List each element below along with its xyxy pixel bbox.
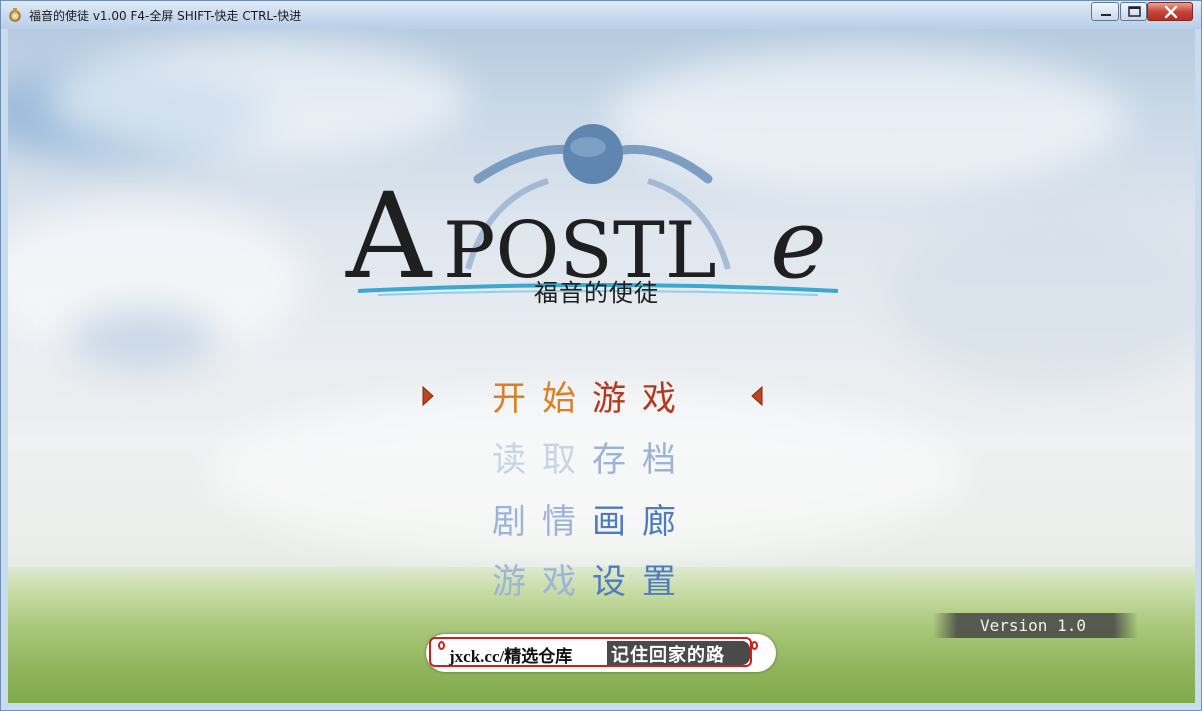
menu-load-label-2: 存档 <box>592 440 692 480</box>
title-bar[interactable]: 福音的使徒 v1.00 F4-全屏 SHIFT-快走 CTRL-快进 <box>1 1 1201 29</box>
minimize-button[interactable] <box>1091 2 1119 21</box>
menu-start-label-2: 游戏 <box>592 379 692 419</box>
menu-load-save[interactable]: 读取存档 <box>492 432 712 482</box>
selection-arrow-left-icon <box>751 385 763 407</box>
menu-gallery-label-2: 画廊 <box>592 502 692 542</box>
menu-start-label-1: 开始 <box>492 379 592 419</box>
menu-settings-label-1: 游戏 <box>492 562 592 602</box>
selection-arrow-right-icon <box>422 385 434 407</box>
close-button[interactable] <box>1147 2 1193 21</box>
pin-icon <box>438 641 445 650</box>
sky-patch <box>68 309 218 369</box>
window-title: 福音的使徒 v1.00 F4-全屏 SHIFT-快走 CTRL-快进 <box>29 9 302 23</box>
menu-load-label-1: 读取 <box>492 440 592 480</box>
title-screen: A POSTL e 福音的使徒 开始游戏 读取存档 剧情画廊 游戏设置 Vers… <box>8 29 1195 703</box>
minimize-icon <box>1101 14 1111 16</box>
watermark-badge: jxck.cc/精选仓库 记住回家的路 <box>426 634 776 672</box>
maximize-icon <box>1128 6 1141 17</box>
menu-gallery-label-1: 剧情 <box>492 502 592 542</box>
watermark-frame: jxck.cc/精选仓库 记住回家的路 <box>429 637 752 667</box>
close-icon <box>1164 5 1178 19</box>
menu-settings[interactable]: 游戏设置 <box>492 554 712 604</box>
watermark-site-text: jxck.cc/精选仓库 <box>449 647 573 666</box>
menu-settings-label-2: 设置 <box>592 562 692 602</box>
menu-start-game[interactable]: 开始游戏 <box>492 371 712 421</box>
menu-gallery[interactable]: 剧情画廊 <box>492 494 712 544</box>
watermark-slogan-text: 记住回家的路 <box>611 645 725 666</box>
maximize-button[interactable] <box>1120 2 1147 21</box>
app-gear-icon <box>9 8 21 22</box>
pin-icon <box>751 641 758 650</box>
logo-subtitle: 福音的使徒 <box>534 279 659 307</box>
game-window: 福音的使徒 v1.00 F4-全屏 SHIFT-快走 CTRL-快进 A POS… <box>0 0 1202 711</box>
version-label: Version 1.0 <box>933 613 1138 638</box>
